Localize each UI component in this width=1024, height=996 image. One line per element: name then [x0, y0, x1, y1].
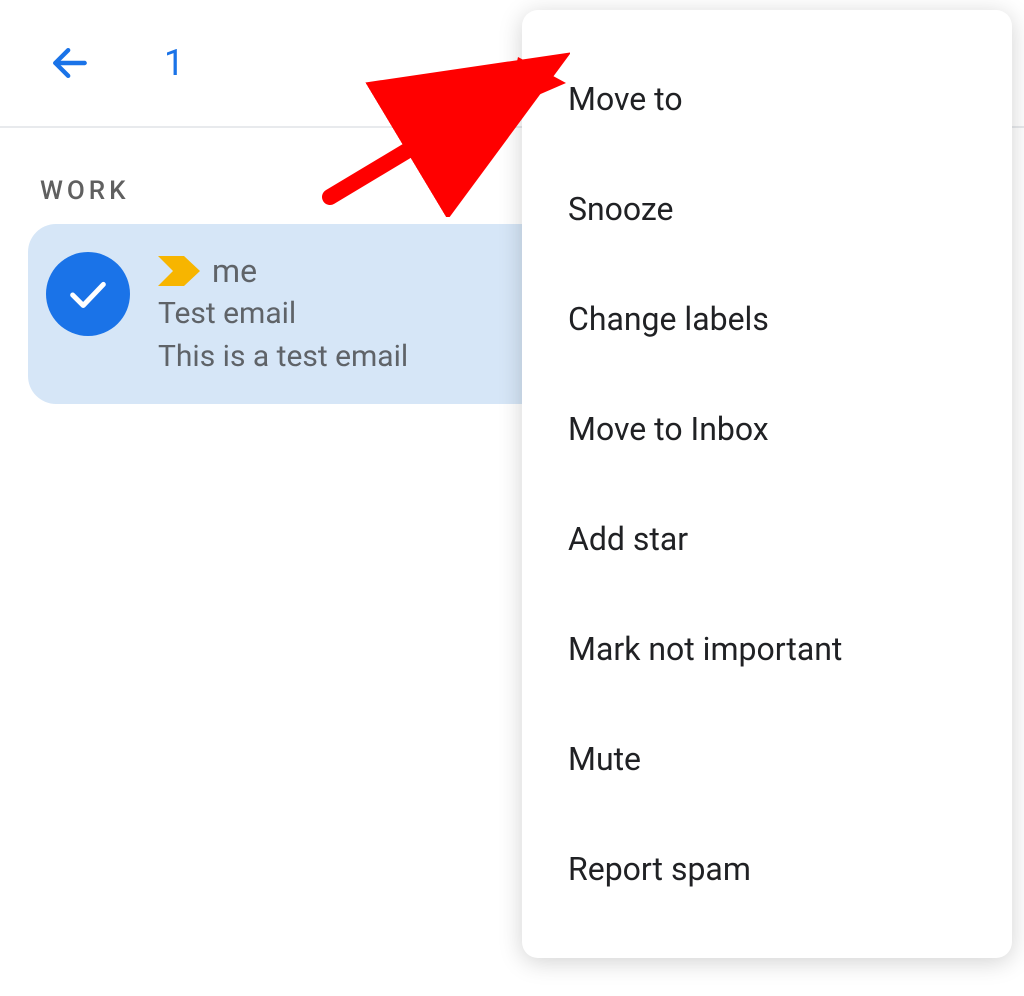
email-sender-line: me — [158, 252, 408, 290]
menu-item-change-labels[interactable]: Change labels — [522, 264, 1012, 374]
context-menu: Move to Snooze Change labels Move to Inb… — [522, 10, 1012, 958]
email-preview: This is a test email — [158, 339, 408, 374]
menu-item-mark-not-important[interactable]: Mark not important — [522, 594, 1012, 704]
email-subject: Test email — [158, 296, 408, 331]
menu-item-report-spam[interactable]: Report spam — [522, 814, 1012, 924]
back-button[interactable] — [48, 41, 92, 85]
check-icon — [65, 271, 111, 317]
email-sender: me — [212, 252, 257, 290]
important-marker-icon[interactable] — [158, 256, 200, 286]
menu-item-add-star[interactable]: Add star — [522, 484, 1012, 594]
email-text-block: me Test email This is a test email — [158, 250, 408, 374]
selected-count: 1 — [164, 42, 184, 84]
menu-item-move-to-inbox[interactable]: Move to Inbox — [522, 374, 1012, 484]
menu-item-mute[interactable]: Mute — [522, 704, 1012, 814]
arrow-left-icon — [48, 41, 92, 85]
selection-avatar[interactable] — [46, 252, 130, 336]
menu-item-snooze[interactable]: Snooze — [522, 154, 1012, 264]
menu-item-move-to[interactable]: Move to — [522, 44, 1012, 154]
